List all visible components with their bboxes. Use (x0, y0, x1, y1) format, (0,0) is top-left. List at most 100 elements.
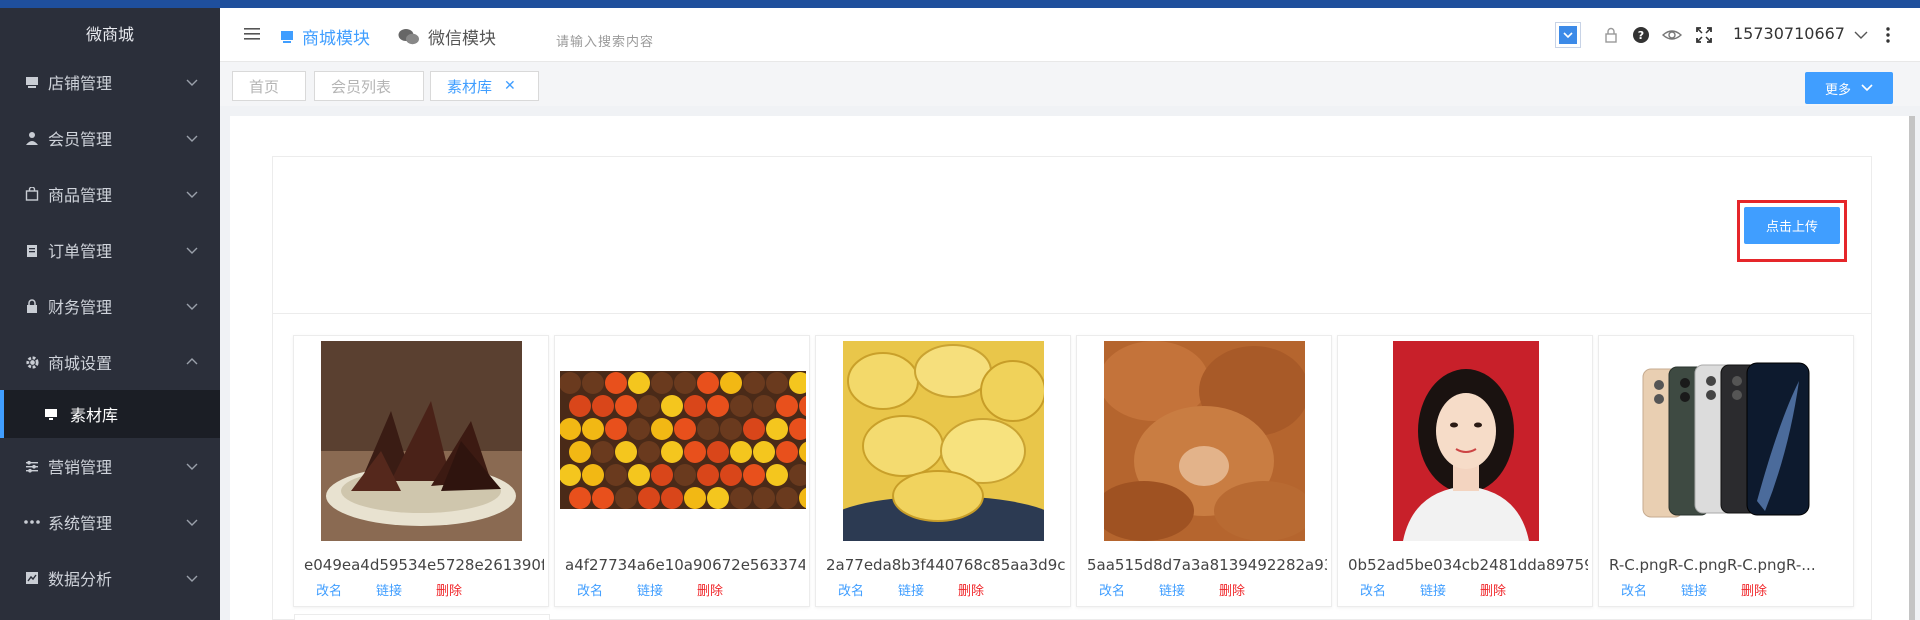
tags-bar: 首页 会员列表 素材库 ✕ 更多 (220, 62, 1920, 106)
dropdown-toggle[interactable] (1555, 22, 1581, 48)
tab-material-library[interactable]: 素材库 ✕ (430, 71, 539, 101)
material-filename: R-C.pngR-C.pngR-C.pngR-... (1609, 556, 1816, 574)
sidebar-item-members[interactable]: 会员管理 (0, 110, 220, 166)
copy-link-link[interactable]: 链接 (898, 580, 924, 599)
username[interactable]: 15730710667 (1733, 24, 1845, 43)
chevron-down-icon (186, 135, 198, 142)
chevron-down-icon (1563, 32, 1573, 39)
module-label: 微信模块 (428, 29, 496, 49)
sidebar-item-label: 商品管理 (48, 186, 113, 205)
sidebar-item-marketing[interactable]: 营销管理 (0, 438, 220, 494)
material-thumbnail-chips[interactable] (843, 341, 1044, 541)
material-thumbnail-candies[interactable] (560, 371, 806, 509)
help-icon[interactable]: ? (1632, 26, 1650, 44)
sidebar-item-label: 店铺管理 (48, 74, 113, 93)
rename-link[interactable]: 改名 (838, 580, 864, 599)
lock-icon (24, 298, 40, 314)
chevron-down-icon (1861, 84, 1873, 92)
chevron-down-icon (186, 303, 198, 310)
upload-button[interactable]: 点击上传 (1744, 207, 1840, 244)
module-tab-wechat[interactable]: 微信模块 (398, 24, 496, 49)
more-button-label: 更多 (1824, 82, 1851, 98)
bag-icon (24, 186, 40, 202)
rename-link[interactable]: 改名 (577, 580, 603, 599)
chevron-down-icon (186, 463, 198, 470)
chevron-down-icon[interactable] (1854, 26, 1868, 44)
tab-home[interactable]: 首页 (232, 71, 306, 101)
sidebar-item-mall-settings[interactable]: 商城设置 (0, 334, 220, 390)
delete-link[interactable]: 删除 (697, 580, 723, 599)
svg-text:?: ? (1638, 29, 1644, 42)
top-header: 商城模块 微信模块 请输入搜索内容 ? 15730710667 (220, 8, 1920, 62)
delete-link[interactable]: 删除 (1741, 580, 1767, 599)
sidebar: 微商城 店铺管理 会员管理 商品管理 订单管理 财务管理 商城设置 素材库 营销… (0, 8, 220, 620)
copy-link-link[interactable]: 链接 (1681, 580, 1707, 599)
top-accent-strip (0, 0, 1920, 8)
monitor-icon (44, 406, 60, 422)
more-button[interactable]: 更多 (1805, 72, 1893, 104)
sidebar-item-label: 财务管理 (48, 298, 113, 317)
sliders-icon (24, 458, 40, 474)
sidebar-item-analytics[interactable]: 数据分析 (0, 550, 220, 606)
chevron-up-icon (186, 358, 198, 365)
sidebar-subitem-material-library[interactable]: 素材库 (0, 390, 220, 438)
delete-link[interactable]: 删除 (1219, 580, 1245, 599)
material-thumbnail-portrait[interactable] (1393, 341, 1539, 541)
tab-label: 素材库 (447, 77, 493, 96)
next-row-item-stub (294, 614, 550, 620)
copy-link-link[interactable]: 链接 (1420, 580, 1446, 599)
sidebar-item-label: 数据分析 (48, 570, 113, 589)
store-icon (280, 30, 294, 44)
chart-icon (24, 570, 40, 586)
material-item: a4f27734a6e10a90672e56337488 改名 链接 删除 (554, 335, 810, 607)
material-thumbnail-fried-meat[interactable] (1104, 341, 1305, 541)
material-filename: 5aa515d8d7a3a8139492282a931 (1087, 556, 1327, 574)
sidebar-subitem-label: 素材库 (70, 406, 119, 425)
hamburger-menu-icon[interactable] (244, 27, 260, 41)
material-thumbnail-jerky[interactable] (321, 341, 522, 541)
sidebar-item-orders[interactable]: 订单管理 (0, 222, 220, 278)
store-icon (24, 74, 40, 90)
material-item: R-C.pngR-C.pngR-C.pngR-... 改名 链接 删除 (1598, 335, 1854, 607)
delete-link[interactable]: 删除 (436, 580, 462, 599)
eye-icon[interactable] (1662, 26, 1682, 44)
close-icon[interactable]: ✕ (504, 78, 516, 94)
rename-link[interactable]: 改名 (1099, 580, 1125, 599)
copy-link-link[interactable]: 链接 (1159, 580, 1185, 599)
tab-member-list[interactable]: 会员列表 (314, 71, 424, 101)
clipboard-icon (24, 242, 40, 258)
rename-link[interactable]: 改名 (316, 580, 342, 599)
lock-icon[interactable] (1602, 26, 1620, 44)
material-thumbnail-phones[interactable] (1639, 361, 1815, 521)
chevron-down-icon (186, 191, 198, 198)
sidebar-item-store[interactable]: 店铺管理 (0, 54, 220, 110)
tab-label: 首页 (249, 77, 280, 96)
material-filename: a4f27734a6e10a90672e56337488 (565, 556, 805, 574)
material-filename: e049ea4d59534e5728e261390fc1 (304, 556, 544, 574)
more-vertical-icon[interactable] (1884, 26, 1892, 44)
scrollbar[interactable] (1909, 116, 1915, 620)
copy-link-link[interactable]: 链接 (637, 580, 663, 599)
user-icon (24, 130, 40, 146)
chevron-down-icon (186, 247, 198, 254)
dots-icon (24, 514, 40, 530)
delete-link[interactable]: 删除 (1480, 580, 1506, 599)
search-input[interactable]: 请输入搜索内容 (556, 31, 654, 50)
tab-label: 会员列表 (331, 77, 392, 96)
material-filename: 2a77eda8b3f440768c85aa3d9c9c (826, 556, 1066, 574)
sidebar-item-finance[interactable]: 财务管理 (0, 278, 220, 334)
sidebar-item-label: 会员管理 (48, 130, 113, 149)
wechat-icon (398, 28, 420, 46)
copy-link-link[interactable]: 链接 (376, 580, 402, 599)
delete-link[interactable]: 删除 (958, 580, 984, 599)
rename-link[interactable]: 改名 (1360, 580, 1386, 599)
chevron-down-icon (186, 519, 198, 526)
sidebar-item-label: 商城设置 (48, 354, 113, 373)
fullscreen-icon[interactable] (1695, 26, 1713, 44)
material-item: 5aa515d8d7a3a8139492282a931 改名 链接 删除 (1076, 335, 1332, 607)
sidebar-item-system[interactable]: 系统管理 (0, 494, 220, 550)
module-tab-mall[interactable]: 商城模块 (280, 24, 370, 49)
rename-link[interactable]: 改名 (1621, 580, 1647, 599)
sidebar-item-products[interactable]: 商品管理 (0, 166, 220, 222)
material-filename: 0b52ad5be034cb2481dda89759d (1348, 556, 1588, 574)
